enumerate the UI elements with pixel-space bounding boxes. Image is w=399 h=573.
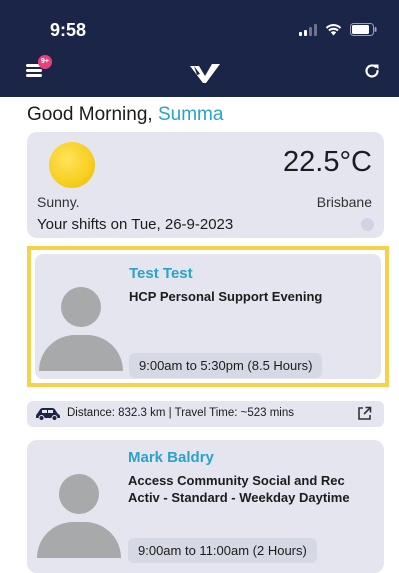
distance-travel-text: Distance: 832.3 km | Travel Time: ~523 m…: [67, 407, 295, 419]
client-name[interactable]: Test Test: [129, 265, 193, 282]
refresh-button[interactable]: [363, 62, 381, 85]
weather-city: Brisbane: [316, 194, 372, 210]
user-name: Summa: [157, 104, 224, 125]
open-external-icon: [358, 406, 372, 420]
shift-time: 9:00am to 11:00am (2 Hours): [128, 538, 317, 563]
status-time: 9:58: [50, 20, 87, 40]
cellular-signal-icon: [299, 23, 317, 36]
sun-icon: [49, 142, 95, 188]
open-external-button[interactable]: [357, 406, 372, 426]
notification-badge[interactable]: 9+: [38, 55, 52, 69]
status-icons: [299, 23, 377, 36]
avatar-placeholder-icon: [37, 474, 121, 558]
shift-card-highlight[interactable]: Test Test HCP Personal Support Evening 9…: [27, 246, 389, 387]
weather-card: 22.5°C Sunny. Brisbane Your shifts on Tu…: [27, 132, 384, 238]
battery-icon: [350, 23, 377, 36]
refresh-icon: [365, 64, 379, 78]
weather-condition: Sunny.: [37, 194, 80, 210]
shift-time: 9:00am to 5:30pm (8.5 Hours): [129, 353, 323, 378]
travel-info-bar: Distance: 832.3 km | Travel Time: ~523 m…: [27, 401, 384, 427]
greeting-text: Good Morning,: [27, 104, 153, 125]
wifi-icon: [325, 23, 342, 36]
temperature: 22.5°C: [283, 146, 372, 178]
info-dot-icon[interactable]: [361, 218, 374, 231]
shifts-date-label: Your shifts on Tue, 26-9-2023: [37, 216, 234, 233]
avatar-placeholder-icon: [39, 287, 123, 371]
greeting: Good Morning, Summa: [27, 104, 223, 126]
shift-card[interactable]: Test Test HCP Personal Support Evening 9…: [35, 254, 381, 379]
app-header: 9:58 9+: [0, 0, 399, 97]
service-name: HCP Personal Support Evening: [129, 289, 323, 304]
service-name: Access Community Social and Rec Activ - …: [128, 473, 350, 505]
client-name[interactable]: Mark Baldry: [128, 449, 214, 466]
car-icon: [35, 407, 61, 426]
v-logo-icon: [190, 64, 220, 89]
shift-card[interactable]: Mark Baldry Access Community Social and …: [27, 440, 384, 573]
